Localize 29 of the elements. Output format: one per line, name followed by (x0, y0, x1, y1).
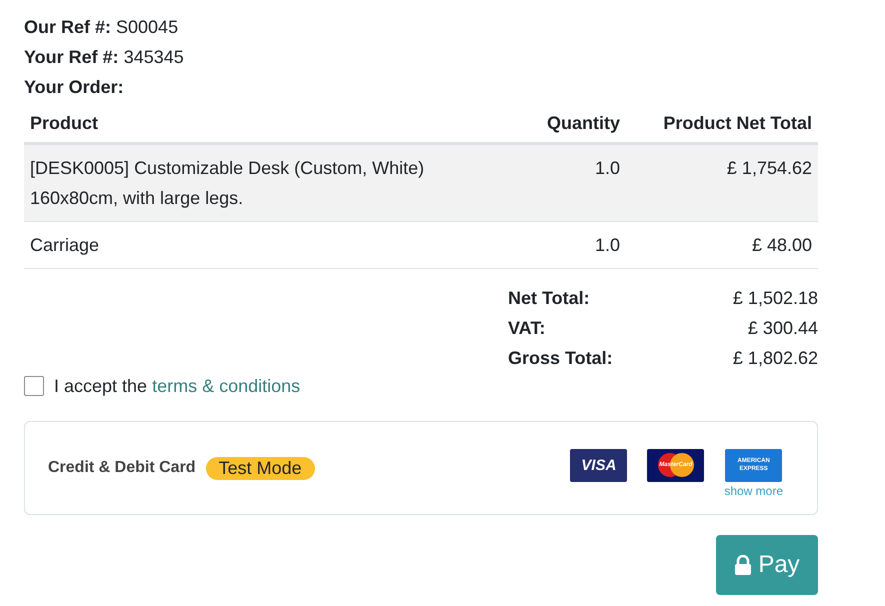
ref-value: S00045 (116, 16, 178, 39)
visa-logo: VISA (570, 448, 628, 482)
table-cell-text: Carriage (30, 234, 100, 257)
terms-link[interactable]: terms & conditions (152, 376, 300, 396)
ref-value: 345345 (124, 46, 184, 69)
table-cell-text: 1.0 (594, 234, 620, 257)
terms-checkbox[interactable] (24, 376, 44, 396)
ref-label: Our Ref #: (24, 16, 112, 39)
column-header: Product Net Total (662, 112, 812, 134)
column-header: Product (30, 112, 100, 134)
total-value: £ 1,502.18 (732, 287, 818, 310)
total-value: £ 1,802.62 (732, 347, 818, 370)
table-cell-text: £ 48.00 (750, 234, 812, 257)
table-cell-text: [DESK0005] Customizable Desk (Custom, White) 160x80cm, with large legs. (30, 157, 426, 210)
lock-icon (734, 555, 752, 575)
total-value: £ 300.44 (746, 317, 818, 340)
total-label: Net Total: (508, 287, 591, 310)
show-more-link[interactable]: show more (724, 484, 783, 498)
total-label: VAT: (508, 317, 546, 340)
column-header: Quantity (546, 112, 620, 134)
table-cell-text: £ 1,754.62 (726, 157, 812, 180)
pay-button[interactable]: Pay (716, 535, 818, 595)
order-heading: Your Order: (24, 76, 124, 99)
terms-text: I accept the terms & conditions (54, 375, 300, 398)
total-label: Gross Total: (508, 347, 614, 370)
payment-method-title: Credit & Debit Card (48, 459, 196, 477)
test-mode-badge: Test Mode (206, 456, 315, 480)
table-cell-text: 1.0 (594, 157, 620, 180)
ref-label: Your Ref #: (24, 46, 119, 69)
